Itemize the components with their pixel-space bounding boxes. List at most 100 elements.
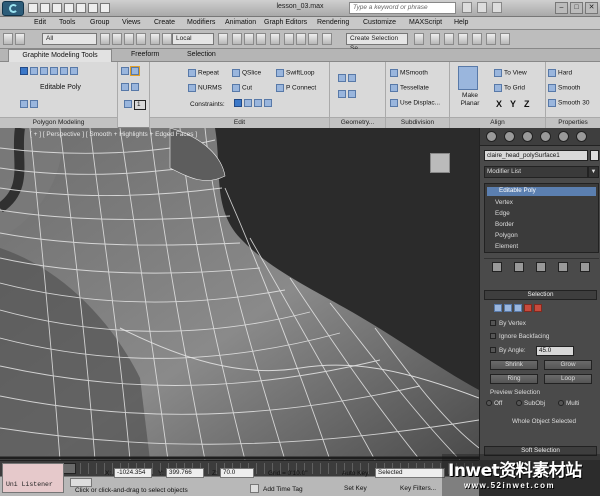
edge-icon[interactable]	[40, 67, 48, 75]
spinner-icon[interactable]	[124, 100, 132, 109]
smooth-icon[interactable]	[548, 84, 556, 92]
rotate-icon[interactable]	[162, 33, 172, 45]
set-key-button[interactable]: Set Key	[344, 485, 367, 492]
key-mode-dropdown[interactable]: Selected	[375, 468, 445, 478]
selection-filter-dropdown[interactable]: All	[42, 33, 97, 45]
select-object-icon[interactable]	[100, 33, 110, 45]
show-end-result-icon[interactable]	[130, 66, 140, 76]
constraint-face-icon[interactable]	[254, 99, 262, 107]
shrink-button[interactable]: Shrink	[490, 360, 538, 370]
display-tab-icon[interactable]	[558, 131, 569, 142]
border-icon[interactable]	[50, 67, 58, 75]
move-icon[interactable]	[150, 33, 160, 45]
repeat-icon[interactable]	[188, 69, 196, 77]
z-coordinate-field[interactable]: 70.0	[220, 468, 254, 478]
menu-maxscript[interactable]: MAXScript	[409, 19, 442, 26]
motion-tab-icon[interactable]	[540, 131, 551, 142]
angle-snap-icon[interactable]	[244, 33, 254, 45]
chevron-down-icon[interactable]: ▼	[588, 166, 599, 178]
curve-editor-icon[interactable]	[430, 33, 440, 45]
undo-icon[interactable]	[3, 33, 13, 45]
element-icon[interactable]	[70, 67, 78, 75]
rect-selection-icon[interactable]	[124, 33, 134, 45]
stack-item-border[interactable]: Border	[495, 221, 514, 228]
window-crossing-icon[interactable]	[136, 33, 146, 45]
sel-polygon-icon[interactable]	[524, 304, 532, 312]
percent-snap-icon[interactable]	[256, 33, 266, 45]
tab-graphite-modeling-tools[interactable]: Graphite Modeling Tools	[8, 49, 112, 62]
show-end-result-icon[interactable]	[514, 262, 524, 272]
configure-sets-icon[interactable]	[580, 262, 590, 272]
menu-customize[interactable]: Customize	[363, 19, 396, 26]
loop-button[interactable]: Loop	[544, 374, 592, 384]
menu-rendering[interactable]: Rendering	[317, 19, 349, 26]
to-view-icon[interactable]	[494, 69, 502, 77]
footer-edit[interactable]: Edit	[150, 117, 329, 128]
cut-icon[interactable]	[232, 84, 240, 92]
angle-spinner[interactable]: 45.0	[536, 346, 574, 356]
modify-mode-icon[interactable]	[20, 67, 28, 75]
layer-manager-icon[interactable]	[322, 33, 332, 45]
render-icon[interactable]	[500, 33, 510, 45]
align-y-button[interactable]: Y	[510, 99, 516, 109]
maxscript-listener[interactable]: Uni Listener	[2, 463, 64, 493]
use-displace-icon[interactable]	[390, 99, 398, 107]
close-icon[interactable]: ✕	[585, 2, 598, 14]
x-coordinate-field[interactable]: -1024.354	[114, 468, 152, 478]
tab-selection[interactable]: Selection	[187, 51, 216, 58]
to-grid-icon[interactable]	[494, 84, 502, 92]
preview-subobj-radio[interactable]	[516, 400, 522, 407]
sel-edge-icon[interactable]	[504, 304, 512, 312]
snap-icon[interactable]	[232, 33, 242, 45]
make-unique-icon[interactable]	[536, 262, 546, 272]
vertex-icon[interactable]	[30, 67, 38, 75]
smooth-button[interactable]: Smooth	[558, 85, 580, 92]
ignore-backfacing-checkbox[interactable]	[490, 333, 496, 340]
y-coordinate-field[interactable]: 399.766	[166, 468, 204, 478]
sel-vertex-icon[interactable]	[494, 304, 502, 312]
tessellate-button[interactable]: Tessellate	[400, 85, 429, 92]
cut-button[interactable]: Cut	[242, 85, 252, 92]
reference-coordinate-dropdown[interactable]: Local	[172, 33, 214, 45]
help-icon[interactable]	[492, 2, 502, 13]
menu-edit[interactable]: Edit	[34, 19, 46, 26]
qslice-button[interactable]: QSlice	[242, 70, 261, 77]
align-z-button[interactable]: Z	[524, 99, 530, 109]
perspective-viewport[interactable]: [ + ] [ Perspective ] [ Smooth + Highlig…	[0, 128, 479, 460]
repeat-button[interactable]: Repeat	[198, 70, 219, 77]
footer-polygon-modeling[interactable]: Polygon Modeling	[0, 117, 117, 128]
footer-align[interactable]: Align	[450, 117, 545, 128]
named-selection-sets-dropdown[interactable]: Create Selection Se	[346, 33, 408, 52]
next-modifier-icon[interactable]	[121, 83, 129, 91]
footer-properties[interactable]: Properties	[546, 117, 600, 128]
ring-button[interactable]: Ring	[490, 374, 538, 384]
spinner-snap-icon[interactable]	[270, 33, 280, 45]
star-icon[interactable]	[477, 2, 487, 13]
render-setup-icon[interactable]	[472, 33, 482, 45]
by-angle-checkbox[interactable]	[490, 347, 496, 354]
geometry-icon-3[interactable]	[338, 90, 346, 98]
menu-help[interactable]: Help	[454, 19, 468, 26]
selection-lock-icon[interactable]	[70, 478, 92, 487]
create-tab-icon[interactable]	[486, 131, 497, 142]
sel-element-icon[interactable]	[534, 304, 542, 312]
constraint-edge-icon[interactable]	[244, 99, 252, 107]
maximize-icon[interactable]: □	[570, 2, 583, 14]
preserve-uvs-icon[interactable]	[30, 100, 38, 108]
object-color-swatch[interactable]	[590, 150, 599, 161]
stack-item-polygon[interactable]: Polygon	[495, 232, 518, 239]
schematic-view-icon[interactable]	[444, 33, 454, 45]
polygon-icon[interactable]	[60, 67, 68, 75]
minimize-icon[interactable]: –	[555, 2, 568, 14]
swiftloop-icon[interactable]	[276, 69, 284, 77]
menu-group[interactable]: Group	[90, 19, 109, 26]
make-planar-button[interactable]: Make Planar	[458, 92, 482, 108]
menu-modifiers[interactable]: Modifiers	[187, 19, 215, 26]
align-x-button[interactable]: X	[496, 99, 502, 109]
cloth-icon[interactable]	[20, 100, 28, 108]
redo-icon[interactable]	[15, 33, 25, 45]
geometry-icon-1[interactable]	[338, 74, 346, 82]
geometry-icon-2[interactable]	[348, 74, 356, 82]
rendered-frame-icon[interactable]	[486, 33, 496, 45]
footer-geometry[interactable]: Geometry...	[330, 117, 385, 128]
